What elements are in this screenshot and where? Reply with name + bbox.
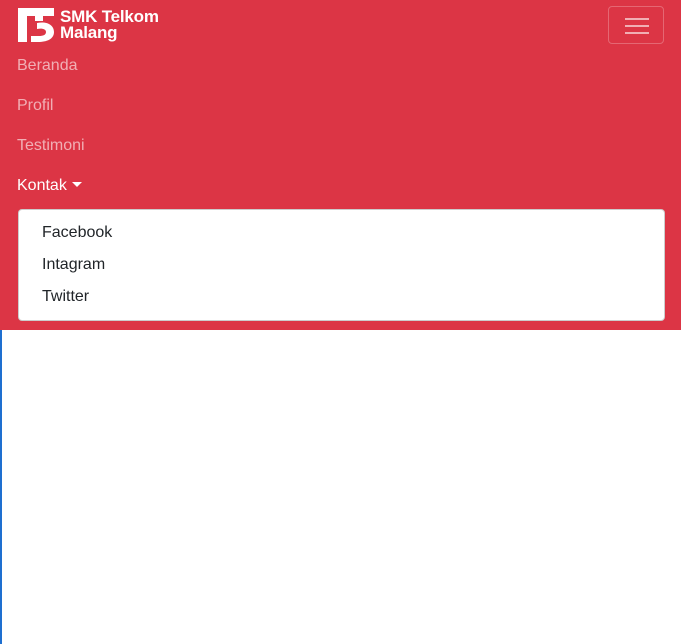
nav-item-beranda[interactable]: Beranda: [17, 57, 78, 75]
kontak-dropdown-menu: Facebook Intagram Twitter: [18, 209, 665, 321]
nav-item-kontak-label: Kontak: [17, 177, 67, 194]
brand-link[interactable]: SMK Telkom Malang: [17, 6, 159, 44]
nav-item-testimoni[interactable]: Testimoni: [17, 137, 85, 155]
dropdown-item-facebook[interactable]: Facebook: [42, 224, 112, 242]
navbar: SMK Telkom Malang Beranda Profil Testimo…: [0, 0, 681, 330]
caret-down-icon: [71, 182, 82, 187]
dropdown-item-intagram[interactable]: Intagram: [42, 256, 105, 274]
nav-item-kontak[interactable]: Kontak: [17, 177, 82, 195]
brand-name: SMK Telkom Malang: [60, 8, 159, 42]
dropdown-item-twitter[interactable]: Twitter: [42, 288, 89, 306]
navbar-toggler-button[interactable]: [608, 6, 664, 44]
page-left-edge: [0, 330, 2, 644]
brand-name-line2: Malang: [60, 23, 118, 42]
school-logo-icon: [18, 8, 54, 42]
nav-item-profil[interactable]: Profil: [17, 97, 53, 115]
